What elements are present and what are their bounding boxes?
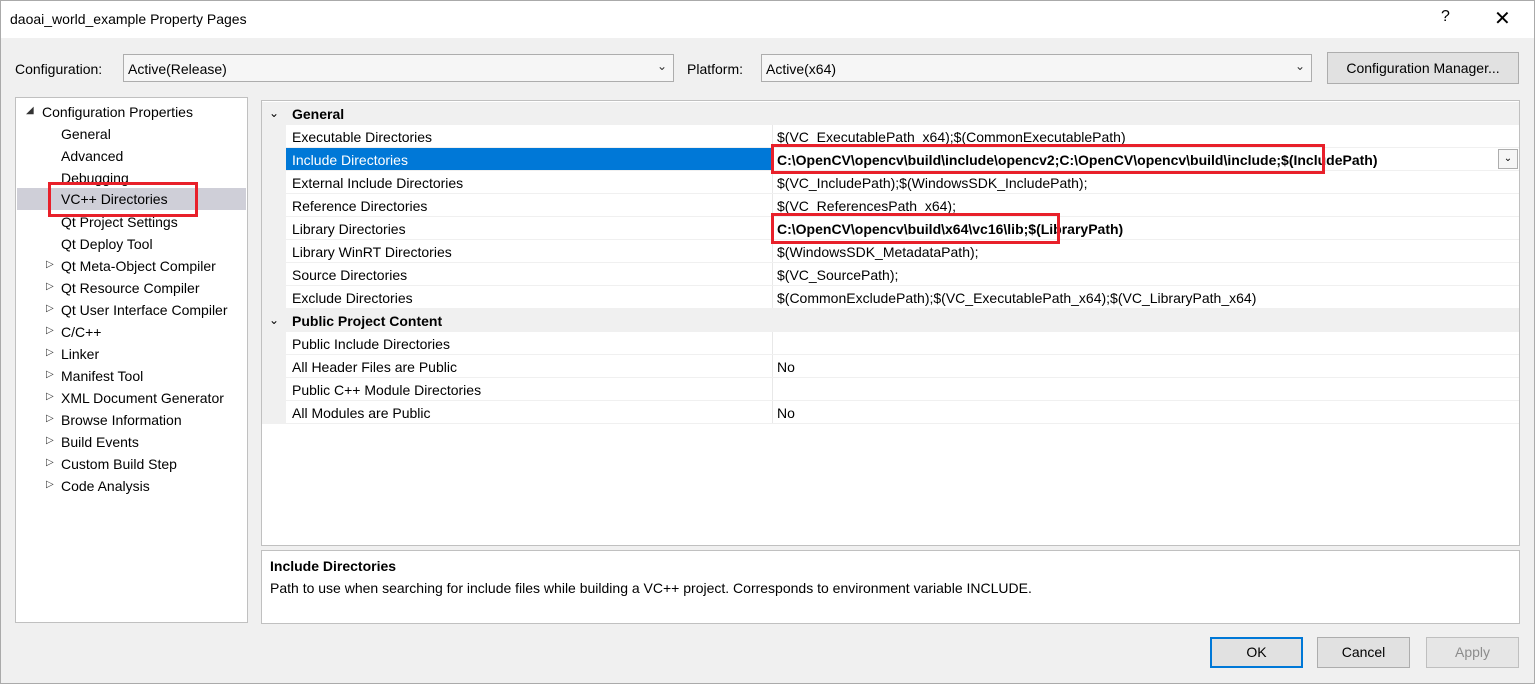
- tree-item-qt-moc[interactable]: ▷ Qt Meta-Object Compiler: [17, 256, 246, 278]
- tree-item-manifest-tool[interactable]: ▷ Manifest Tool: [17, 366, 246, 388]
- configuration-dropdown[interactable]: Active(Release) ⌄: [123, 54, 674, 82]
- apply-button[interactable]: Apply: [1426, 637, 1519, 668]
- property-name: All Modules are Public: [292, 405, 431, 421]
- collapsed-triangle-icon: ▷: [46, 369, 54, 380]
- tree-item-c-cpp[interactable]: ▷ C/C++: [17, 322, 246, 344]
- tree-item-label: C/C++: [61, 324, 102, 340]
- chevron-down-icon: ⌄: [1294, 59, 1305, 73]
- help-button[interactable]: ?: [1441, 8, 1450, 26]
- property-value: $(CommonExcludePath);$(VC_ExecutablePath…: [777, 290, 1257, 306]
- close-icon[interactable]: ✕: [1494, 6, 1511, 31]
- expanded-triangle-icon: ◢: [26, 105, 34, 116]
- title-bar: daoai_world_example Property Pages ? ✕: [0, 0, 1535, 38]
- property-value: $(WindowsSDK_MetadataPath);: [777, 244, 979, 260]
- tree-item-general[interactable]: General: [17, 124, 246, 146]
- highlight-box: [771, 144, 1325, 174]
- tree-item-label: Qt Meta-Object Compiler: [61, 258, 216, 274]
- category-label: General: [292, 106, 345, 122]
- collapsed-triangle-icon: ▷: [46, 479, 54, 490]
- platform-label: Platform:: [687, 61, 744, 77]
- tree-item-label: Custom Build Step: [61, 456, 177, 472]
- chevron-down-icon: ⌄: [656, 59, 667, 73]
- platform-dropdown[interactable]: Active(x64) ⌄: [761, 54, 1312, 82]
- collapsed-triangle-icon: ▷: [46, 435, 54, 446]
- tree-item-label: Qt User Interface Compiler: [61, 302, 228, 318]
- property-row[interactable]: Exclude Directories $(CommonExcludePath)…: [262, 286, 1519, 309]
- property-tree: ◢ Configuration Properties General Advan…: [15, 97, 248, 623]
- ok-button[interactable]: OK: [1210, 637, 1303, 668]
- collapsed-triangle-icon: ▷: [46, 325, 54, 336]
- collapsed-triangle-icon: ▷: [46, 347, 54, 358]
- tree-root[interactable]: ◢ Configuration Properties: [26, 102, 246, 124]
- property-name: Include Directories: [292, 152, 408, 168]
- configuration-manager-button[interactable]: Configuration Manager...: [1327, 52, 1519, 84]
- property-value: No: [777, 359, 795, 375]
- tree-item-label: Manifest Tool: [61, 368, 144, 384]
- property-name: Library Directories: [292, 221, 406, 237]
- platform-value: Active(x64): [766, 61, 837, 77]
- collapsed-triangle-icon: ▷: [46, 281, 54, 292]
- tree-root-label: Configuration Properties: [42, 104, 193, 120]
- collapsed-triangle-icon: ▷: [46, 259, 54, 270]
- description-text: Path to use when searching for include f…: [270, 580, 1032, 596]
- property-value: $(VC_SourcePath);: [777, 267, 899, 283]
- description-panel: Include Directories Path to use when sea…: [261, 550, 1520, 624]
- property-name: Library WinRT Directories: [292, 244, 452, 260]
- tree-item-xml-doc-generator[interactable]: ▷ XML Document Generator: [17, 388, 246, 410]
- highlight-box: [48, 182, 198, 217]
- collapsed-triangle-icon: ▷: [46, 303, 54, 314]
- window-title: daoai_world_example Property Pages: [10, 11, 247, 27]
- tree-item-label: Code Analysis: [61, 478, 150, 494]
- configuration-value: Active(Release): [128, 61, 227, 77]
- tree-item-label: Linker: [61, 346, 100, 362]
- tree-item-label: Qt Resource Compiler: [61, 280, 200, 296]
- tree-item-label: General: [61, 126, 111, 142]
- collapsed-triangle-icon: ▷: [46, 391, 54, 402]
- property-name: Executable Directories: [292, 129, 433, 145]
- tree-item-build-events[interactable]: ▷ Build Events: [17, 432, 246, 454]
- tree-item-label: XML Document Generator: [61, 390, 224, 406]
- chevron-down-icon: ⌄: [269, 106, 280, 120]
- description-title: Include Directories: [270, 558, 397, 574]
- tree-item-label: Advanced: [61, 148, 124, 164]
- category-public-project-content[interactable]: ⌄ Public Project Content: [262, 309, 1519, 332]
- tree-item-label: Build Events: [61, 434, 139, 450]
- tree-item-label: Browse Information: [61, 412, 182, 428]
- property-row[interactable]: All Header Files are Public No: [262, 355, 1519, 378]
- property-value: $(VC_IncludePath);$(WindowsSDK_IncludePa…: [777, 175, 1088, 191]
- property-row[interactable]: Public Include Directories: [262, 332, 1519, 355]
- property-name: External Include Directories: [292, 175, 464, 191]
- property-name: Exclude Directories: [292, 290, 413, 306]
- tree-item-qt-rcc[interactable]: ▷ Qt Resource Compiler: [17, 278, 246, 300]
- tree-item-linker[interactable]: ▷ Linker: [17, 344, 246, 366]
- tree-item-advanced[interactable]: Advanced: [17, 146, 246, 168]
- highlight-box: [771, 213, 1060, 244]
- property-row[interactable]: External Include Directories $(VC_Includ…: [262, 171, 1519, 194]
- property-name: All Header Files are Public: [292, 359, 457, 375]
- property-value: $(VC_ExecutablePath_x64);$(CommonExecuta…: [777, 129, 1126, 145]
- property-name: Reference Directories: [292, 198, 428, 214]
- property-name: Source Directories: [292, 267, 408, 283]
- category-general[interactable]: ⌄ General: [262, 102, 1519, 125]
- property-name: Public Include Directories: [292, 336, 450, 352]
- property-row[interactable]: Public C++ Module Directories: [262, 378, 1519, 401]
- collapsed-triangle-icon: ▷: [46, 413, 54, 424]
- tree-item-code-analysis[interactable]: ▷ Code Analysis: [17, 476, 246, 498]
- collapsed-triangle-icon: ▷: [46, 457, 54, 468]
- property-value: No: [777, 405, 795, 421]
- tree-item-custom-build-step[interactable]: ▷ Custom Build Step: [17, 454, 246, 476]
- tree-item-browse-information[interactable]: ▷ Browse Information: [17, 410, 246, 432]
- property-name: Public C++ Module Directories: [292, 382, 482, 398]
- chevron-down-icon: ⌄: [269, 313, 280, 327]
- tree-item-qt-uic[interactable]: ▷ Qt User Interface Compiler: [17, 300, 246, 322]
- chevron-down-icon[interactable]: ⌄: [1498, 149, 1518, 169]
- cancel-button[interactable]: Cancel: [1317, 637, 1410, 668]
- property-row[interactable]: All Modules are Public No: [262, 401, 1519, 424]
- property-row[interactable]: Source Directories $(VC_SourcePath);: [262, 263, 1519, 286]
- tree-item-label: Qt Deploy Tool: [61, 236, 153, 252]
- configuration-label: Configuration:: [15, 61, 103, 77]
- tree-item-qt-deploy-tool[interactable]: Qt Deploy Tool: [17, 234, 246, 256]
- category-label: Public Project Content: [292, 313, 443, 329]
- property-value: $(VC_ReferencesPath_x64);: [777, 198, 956, 214]
